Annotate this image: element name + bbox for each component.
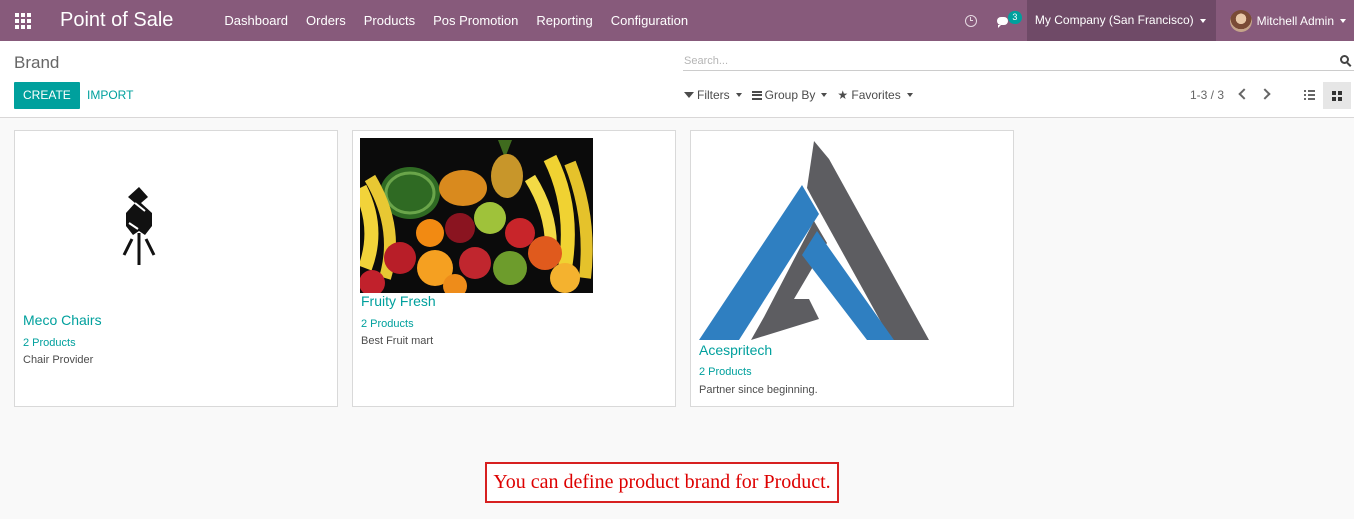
company-name: My Company (San Francisco) <box>1034 13 1194 27</box>
brand-product-count[interactable]: 2 Products <box>699 366 752 378</box>
pager-next-icon[interactable] <box>1261 88 1271 100</box>
brand-product-count[interactable]: 2 Products <box>361 318 414 330</box>
fruit-photo <box>360 138 593 293</box>
breadcrumb: Brand <box>14 53 60 72</box>
main-menu: Dashboard Orders Products Pos Promotion … <box>215 0 697 41</box>
search-bar <box>683 52 1354 71</box>
brand-product-count[interactable]: 2 Products <box>23 337 76 349</box>
pager-previous-icon[interactable] <box>1237 88 1247 100</box>
menu-pos-promotion[interactable]: Pos Promotion <box>424 0 527 41</box>
brand-card-acespritech[interactable]: Acespritech 2 Products Partner since beg… <box>690 130 1014 407</box>
kanban-view-button[interactable] <box>1323 82 1351 109</box>
list-icon <box>1303 89 1315 102</box>
caret-down-icon <box>1340 18 1346 23</box>
menu-reporting[interactable]: Reporting <box>527 0 601 41</box>
brand-card-fruity-fresh[interactable]: Fruity Fresh 2 Products Best Fruit mart <box>352 130 676 407</box>
activity-button[interactable] <box>959 0 983 41</box>
favorites-dropdown[interactable]: ★ Favorites <box>837 87 913 102</box>
menu-configuration[interactable]: Configuration <box>602 0 697 41</box>
brand-card-meco-chairs[interactable]: Meco Chairs 2 Products Chair Provider <box>14 130 338 407</box>
brand-description: Best Fruit mart <box>361 335 434 347</box>
messaging-button[interactable]: 3 <box>991 0 1022 41</box>
user-name: Mitchell Admin <box>1256 13 1334 28</box>
kanban-icon <box>1332 90 1342 101</box>
brand-name[interactable]: Meco Chairs <box>23 312 102 328</box>
chat-icon <box>997 16 1009 28</box>
apps-menu-icon[interactable] <box>0 0 46 41</box>
search-options: Filters Group By ★ Favorites <box>684 88 923 102</box>
favorites-label: Favorites <box>851 88 901 102</box>
group-by-dropdown[interactable]: Group By <box>751 88 828 102</box>
message-count-badge: 3 <box>1007 11 1022 24</box>
search-input[interactable] <box>683 53 1323 67</box>
import-button[interactable]: IMPORT <box>79 82 141 109</box>
systray: 3 My Company (San Francisco) Mitchell Ad… <box>955 0 1354 41</box>
filters-dropdown[interactable]: Filters <box>684 88 742 102</box>
list-view-button[interactable] <box>1295 82 1323 109</box>
caret-down-icon <box>735 93 742 97</box>
app-title: Point of Sale <box>60 9 174 31</box>
triangle-logo <box>699 141 929 340</box>
clock-icon <box>964 14 977 27</box>
control-panel: Brand CREATE IMPORT Filters Group By ★ F… <box>0 41 1354 118</box>
create-button[interactable]: CREATE <box>14 82 80 109</box>
star-icon: ★ <box>837 87 849 102</box>
bars-icon <box>751 90 762 100</box>
menu-products[interactable]: Products <box>355 0 424 41</box>
filters-label: Filters <box>697 88 730 102</box>
user-menu[interactable]: Mitchell Admin <box>1216 0 1354 41</box>
search-icon[interactable] <box>1340 55 1352 67</box>
caret-down-icon <box>821 93 828 97</box>
menu-dashboard[interactable]: Dashboard <box>215 0 297 41</box>
pager-value[interactable]: 1-3 / 3 <box>1190 88 1224 102</box>
brand-name[interactable]: Fruity Fresh <box>361 293 436 309</box>
chair-logo <box>122 187 156 265</box>
caret-down-icon <box>906 93 913 97</box>
brand-description: Chair Provider <box>23 354 94 366</box>
caret-down-icon <box>1199 18 1206 23</box>
filter-icon <box>684 92 694 98</box>
avatar <box>1229 9 1252 32</box>
brand-name[interactable]: Acespritech <box>699 342 772 358</box>
top-navbar: Point of Sale Dashboard Orders Products … <box>0 0 1354 41</box>
company-switcher[interactable]: My Company (San Francisco) <box>1026 0 1216 41</box>
menu-orders[interactable]: Orders <box>297 0 355 41</box>
brand-description: Partner since beginning. <box>699 384 818 396</box>
annotation-note: You can define product brand for Product… <box>485 462 839 503</box>
group-by-label: Group By <box>764 88 816 102</box>
